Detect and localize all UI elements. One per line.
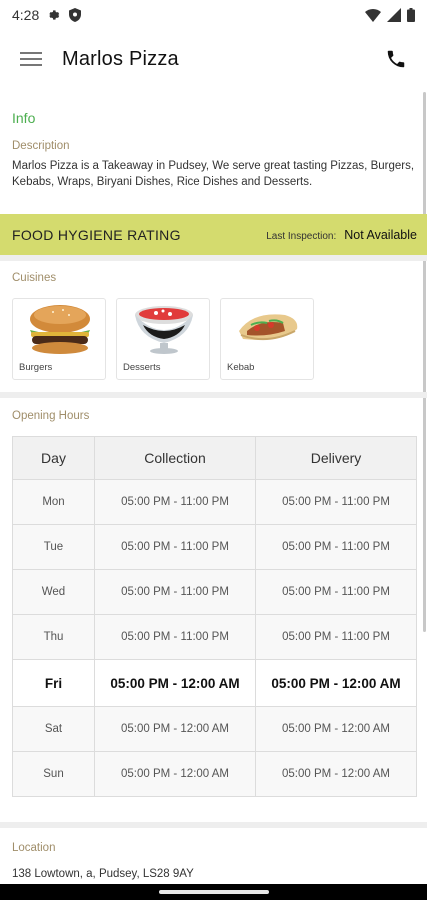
opening-hours-table: Day Collection Delivery Mon 05:00 PM - 1… (12, 436, 417, 797)
collection-cell: 05:00 PM - 12:00 AM (95, 660, 256, 706)
cuisines-label: Cuisines (12, 272, 57, 284)
home-handle[interactable] (158, 890, 269, 894)
day-cell: Wed (13, 570, 95, 614)
table-row: Thu 05:00 PM - 11:00 PM 05:00 PM - 11:00… (13, 614, 416, 659)
wifi-icon (365, 8, 381, 22)
hygiene-rating-bar: FOOD HYGIENE RATING Last Inspection: Not… (0, 214, 427, 255)
table-row: Sat 05:00 PM - 12:00 AM 05:00 PM - 12:00… (13, 706, 416, 751)
location-section: Location 138 Lowtown, a, Pudsey, LS28 9A… (0, 830, 427, 884)
status-time: 4:28 (12, 7, 40, 23)
settings-icon (47, 8, 61, 22)
cuisine-name: Desserts (123, 362, 161, 373)
table-row: Wed 05:00 PM - 11:00 PM 05:00 PM - 11:00… (13, 569, 416, 614)
table-row: Sun 05:00 PM - 12:00 AM 05:00 PM - 12:00… (13, 751, 416, 796)
cuisines-section: Cuisines Burgers Desserts Kebab (0, 260, 427, 390)
hygiene-title: FOOD HYGIENE RATING (12, 226, 181, 243)
delivery-cell: 05:00 PM - 12:00 AM (281, 723, 391, 735)
header-day: Day (13, 437, 95, 479)
page-title: Marlos Pizza (62, 47, 179, 70)
cuisine-card-desserts[interactable]: Desserts (116, 298, 210, 380)
location-label: Location (12, 842, 56, 854)
delivery-cell: 05:00 PM - 11:00 PM (282, 496, 390, 508)
menu-icon (20, 52, 42, 66)
dessert-image (135, 306, 193, 354)
delivery-cell: 05:00 PM - 12:00 AM (281, 768, 391, 780)
inspection-value: Not Available (344, 227, 417, 242)
header-delivery: Delivery (310, 450, 362, 466)
status-bar: 4:28 (0, 0, 427, 30)
collection-cell: 05:00 PM - 11:00 PM (95, 480, 256, 524)
divider (0, 822, 427, 828)
table-row: Mon 05:00 PM - 11:00 PM 05:00 PM - 11:00… (13, 479, 416, 524)
phone-icon (387, 50, 405, 68)
battery-icon (407, 8, 415, 22)
delivery-cell: 05:00 PM - 11:00 PM (282, 631, 390, 643)
shield-icon (69, 8, 82, 22)
app-bar: Marlos Pizza (0, 30, 427, 88)
day-cell: Sat (13, 707, 95, 751)
cuisine-card-kebab[interactable]: Kebab (220, 298, 314, 380)
table-header-row: Day Collection Delivery (13, 437, 416, 479)
cuisine-name: Burgers (19, 362, 53, 373)
description-label: Description (12, 140, 70, 152)
delivery-cell: 05:00 PM - 12:00 AM (271, 675, 401, 691)
inspection-label: Last Inspection: (266, 230, 337, 242)
opening-hours-section: Opening Hours Day Collection Delivery Mo… (0, 398, 427, 818)
collection-cell: 05:00 PM - 11:00 PM (95, 615, 256, 659)
address-text: 138 Lowtown, a, Pudsey, LS28 9AY (12, 868, 194, 880)
cuisine-card-burgers[interactable]: Burgers (12, 298, 106, 380)
day-cell: Thu (13, 615, 95, 659)
delivery-cell: 05:00 PM - 11:00 PM (282, 586, 390, 598)
call-button[interactable] (381, 44, 411, 74)
cuisine-list: Burgers Desserts Kebab (12, 298, 415, 380)
info-heading: Info (12, 110, 36, 126)
burger-image (30, 305, 90, 354)
system-nav-bar (0, 884, 427, 900)
opening-hours-label: Opening Hours (12, 410, 90, 422)
day-cell: Sun (13, 752, 95, 796)
table-row: Tue 05:00 PM - 11:00 PM 05:00 PM - 11:00… (13, 524, 416, 569)
day-cell: Fri (13, 660, 95, 706)
info-section: Info Description Marlos Pizza is a Takea… (0, 88, 427, 208)
menu-button[interactable] (16, 44, 46, 74)
day-cell: Mon (13, 480, 95, 524)
day-cell: Tue (13, 525, 95, 569)
table-row-today: Fri 05:00 PM - 12:00 AM 05:00 PM - 12:00… (13, 659, 416, 706)
collection-cell: 05:00 PM - 11:00 PM (95, 570, 256, 614)
header-collection: Collection (95, 437, 256, 479)
kebab-image (239, 314, 298, 341)
collection-cell: 05:00 PM - 12:00 AM (95, 752, 256, 796)
collection-cell: 05:00 PM - 11:00 PM (95, 525, 256, 569)
delivery-cell: 05:00 PM - 11:00 PM (282, 541, 390, 553)
collection-cell: 05:00 PM - 12:00 AM (95, 707, 256, 751)
restaurant-info-content: Info Description Marlos Pizza is a Takea… (0, 88, 427, 884)
cuisine-name: Kebab (227, 362, 255, 373)
signal-icon (387, 8, 401, 22)
description-text: Marlos Pizza is a Takeaway in Pudsey, We… (12, 160, 415, 188)
